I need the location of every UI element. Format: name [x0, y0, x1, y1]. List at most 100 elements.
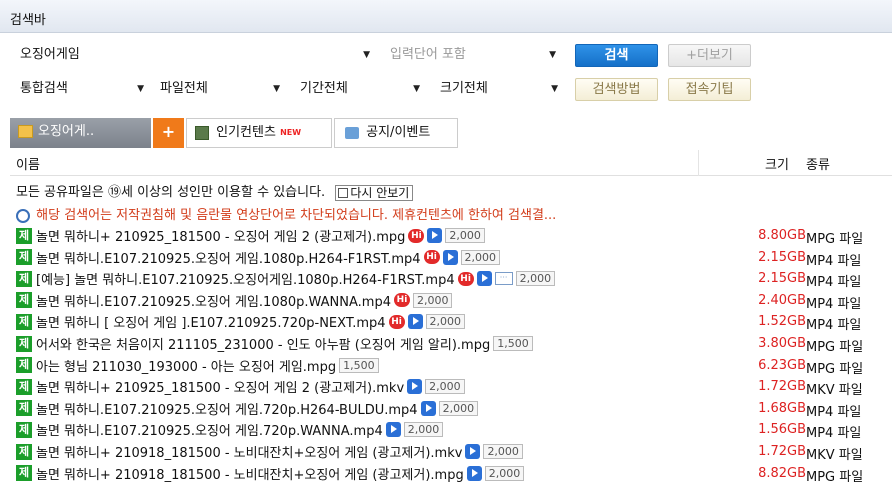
file-row[interactable]: 제 [예능] 놀면 뭐하니.E107.210925.오징어게임.1080p.H26… — [16, 269, 892, 290]
je-badge-icon: 제 — [16, 270, 32, 287]
points-badge: 1,500 — [493, 336, 533, 351]
file-name[interactable]: 놀면 뭐하니+ 210918_181500 - 노비대잔치+오징어 게임 (광고… — [36, 446, 462, 461]
chevron-down-icon: ▼ — [549, 50, 556, 60]
blocked-notice-text: 해당 검색어는 저작권침해 및 음란물 연상단어로 차단되었습니다. 제휴컨텐츠… — [36, 208, 557, 223]
points-badge: 2,000 — [438, 400, 479, 416]
play-icon[interactable] — [466, 465, 482, 481]
filter-period[interactable]: 기간전체 ▼ — [300, 78, 420, 100]
chevron-down-icon: ▼ — [137, 84, 144, 94]
file-name[interactable]: [예능] 놀면 뭐하니.E107.210925.오징어게임.1080p.H264… — [36, 273, 455, 288]
file-row[interactable]: 제 놀면 뭐하니.E107.210925.오징어 게임.720p.H264-BUL… — [16, 399, 892, 420]
column-type[interactable]: 종류 — [806, 154, 830, 173]
file-size: 1.56GB — [758, 422, 806, 438]
play-icon[interactable] — [407, 379, 423, 395]
chevron-down-icon: ▼ — [363, 50, 370, 60]
file-row[interactable]: 제 놀면 뭐하니+ 210918_181500 - 노비대잔치+오징어 게임 (광… — [16, 464, 892, 482]
points-badge: 2,000 — [515, 271, 556, 287]
column-divider — [698, 150, 699, 176]
file-row[interactable]: 제 놀면 뭐하니+ 210918_181500 - 노비대잔치+오징어 게임 (광… — [16, 442, 892, 463]
file-name[interactable]: 놀면 뭐하니.E107.210925.오징어 게임.1080p.H264-F1R… — [36, 252, 421, 267]
play-icon[interactable] — [407, 314, 423, 330]
search-warning-icon — [16, 208, 30, 223]
checkbox-icon — [338, 188, 349, 198]
file-row[interactable]: 제 놀면 뭐하니 [ 오징어 게임 ].E107.210925.720p-NEXT… — [16, 312, 892, 333]
file-type: MPG 파일 — [806, 340, 864, 355]
file-row[interactable]: 제 아는 형님 211030_193000 - 아는 오징어 게임.mpg 1,50… — [16, 356, 892, 377]
points-badge: 2,000 — [425, 379, 465, 395]
hi-quality-icon: Hi — [408, 228, 425, 243]
je-badge-icon: 제 — [16, 378, 32, 395]
filter-period-label: 기간전체 — [300, 81, 348, 96]
filter-file-type[interactable]: 파일전체 ▼ — [160, 78, 280, 100]
file-size: 1.72GB — [758, 444, 806, 459]
file-type: MKV 파일 — [806, 448, 863, 463]
column-size[interactable]: 크기 — [765, 154, 789, 173]
chevron-down-icon: ▼ — [551, 84, 558, 94]
je-badge-icon: 제 — [16, 249, 32, 266]
file-name[interactable]: 놀면 뭐하니 [ 오징어 게임 ].E107.210925.720p-NEXT.… — [36, 316, 386, 331]
hide-again-checkbox[interactable]: 다시 안보기 — [335, 184, 414, 201]
file-row[interactable]: 제 놀면 뭐하니+ 210925_181500 - 오징어 게임 2 (광고제거)… — [16, 377, 892, 398]
option-dropdown[interactable]: 입력단어 포함 ▼ — [390, 44, 556, 66]
je-badge-icon: 제 — [16, 313, 32, 330]
filter-size[interactable]: 크기전체 ▼ — [440, 78, 558, 100]
hi-quality-icon: Hi — [423, 250, 440, 265]
file-size: 1.72GB — [758, 379, 806, 395]
play-icon[interactable] — [427, 228, 443, 243]
tab-notice-event[interactable]: 공지/이벤트 — [334, 118, 458, 148]
column-name[interactable]: 이름 — [16, 154, 40, 173]
file-row[interactable]: 제 놀면 뭐하니.E107.210925.오징어 게임.720p.WANNA.mp… — [16, 420, 892, 441]
file-row[interactable]: 제 놀면 뭐하니.E107.210925.오징어 게임.1080p.H264-F1… — [16, 248, 892, 269]
file-name[interactable]: 놀면 뭐하니.E107.210925.오징어 게임.720p.H264-BULD… — [36, 403, 418, 418]
file-type: MP4 파일 — [806, 296, 862, 312]
points-badge: 2,000 — [403, 422, 444, 438]
file-name[interactable]: 아는 형님 211030_193000 - 아는 오징어 게임.mpg — [36, 360, 336, 375]
play-icon[interactable] — [420, 400, 436, 416]
filter-search-type-label: 통합검색 — [20, 81, 68, 96]
points-badge: 2,000 — [425, 314, 466, 330]
file-row[interactable]: 제 놀면 뭐하니+ 210925_181500 - 오징어 게임 2 (광고제거)… — [16, 226, 892, 247]
file-size: 1.52GB — [758, 314, 806, 330]
hide-again-label: 다시 안보기 — [350, 185, 410, 200]
query-dropdown[interactable]: 오징어게임 ▼ — [20, 44, 370, 66]
file-size: 2.15GB — [758, 271, 806, 287]
play-icon[interactable] — [476, 271, 492, 287]
comment-icon[interactable]: ··· — [494, 272, 513, 286]
je-badge-icon: 제 — [16, 421, 32, 438]
file-name[interactable]: 놀면 뭐하니.E107.210925.오징어 게임.720p.WANNA.mp4 — [36, 424, 383, 439]
play-icon[interactable] — [442, 249, 458, 265]
tab-squid-game[interactable]: 오징어게.. — [10, 118, 151, 148]
search-bar-title: 검색바 — [0, 0, 892, 33]
je-badge-icon: 제 — [16, 227, 32, 244]
file-row[interactable]: 제 놀면 뭐하니.E107.210925.오징어 게임.1080p.WANNA.m… — [16, 291, 892, 312]
file-type: MPG 파일 — [806, 232, 864, 247]
search-button[interactable]: 검색 — [575, 44, 658, 67]
add-tab-button[interactable]: + — [153, 118, 184, 148]
play-icon[interactable] — [385, 422, 401, 438]
points-badge: 2,000 — [483, 444, 523, 459]
megaphone-icon — [345, 126, 359, 139]
more-button[interactable]: +더보기 — [668, 44, 751, 67]
hi-quality-icon: Hi — [457, 271, 474, 286]
file-name[interactable]: 놀면 뭐하니+ 210925_181500 - 오징어 게임 2 (광고제거).… — [36, 381, 404, 396]
je-badge-icon: 제 — [16, 357, 32, 374]
file-type: MP4 파일 — [806, 426, 862, 442]
file-row[interactable]: 제 어서와 한국은 처음이지 211105_231000 - 인도 아누팜 (오징… — [16, 334, 892, 355]
file-type: MP4 파일 — [806, 253, 862, 269]
tab-popular-content[interactable]: 인기컨텐츠 NEW — [186, 118, 332, 148]
connection-tip-button[interactable]: 접속기팁 — [668, 78, 751, 101]
file-type: MPG 파일 — [806, 361, 864, 377]
tab-squid-game-label: 오징어게.. — [38, 124, 95, 139]
play-icon[interactable] — [465, 444, 481, 459]
column-header: 이름 크기 종류 — [10, 150, 892, 176]
file-name[interactable]: 놀면 뭐하니+ 210925_181500 - 오징어 게임 2 (광고제거).… — [36, 230, 405, 245]
file-name[interactable]: 어서와 한국은 처음이지 211105_231000 - 인도 아누팜 (오징어… — [36, 338, 490, 353]
filter-search-type[interactable]: 통합검색 ▼ — [20, 78, 144, 100]
chevron-down-icon: ▼ — [413, 84, 420, 94]
search-method-button[interactable]: 검색방법 — [575, 78, 658, 101]
file-name[interactable]: 놀면 뭐하니+ 210918_181500 - 노비대잔치+오징어 게임 (광고… — [36, 468, 464, 482]
adult-notice-text: 모든 공유파일은 ⑲세 이상의 성인만 이용할 수 있습니다. — [16, 185, 326, 200]
file-type: MPG 파일 — [806, 469, 864, 482]
chevron-down-icon: ▼ — [273, 84, 280, 94]
file-name[interactable]: 놀면 뭐하니.E107.210925.오징어 게임.1080p.WANNA.mp… — [36, 295, 391, 310]
